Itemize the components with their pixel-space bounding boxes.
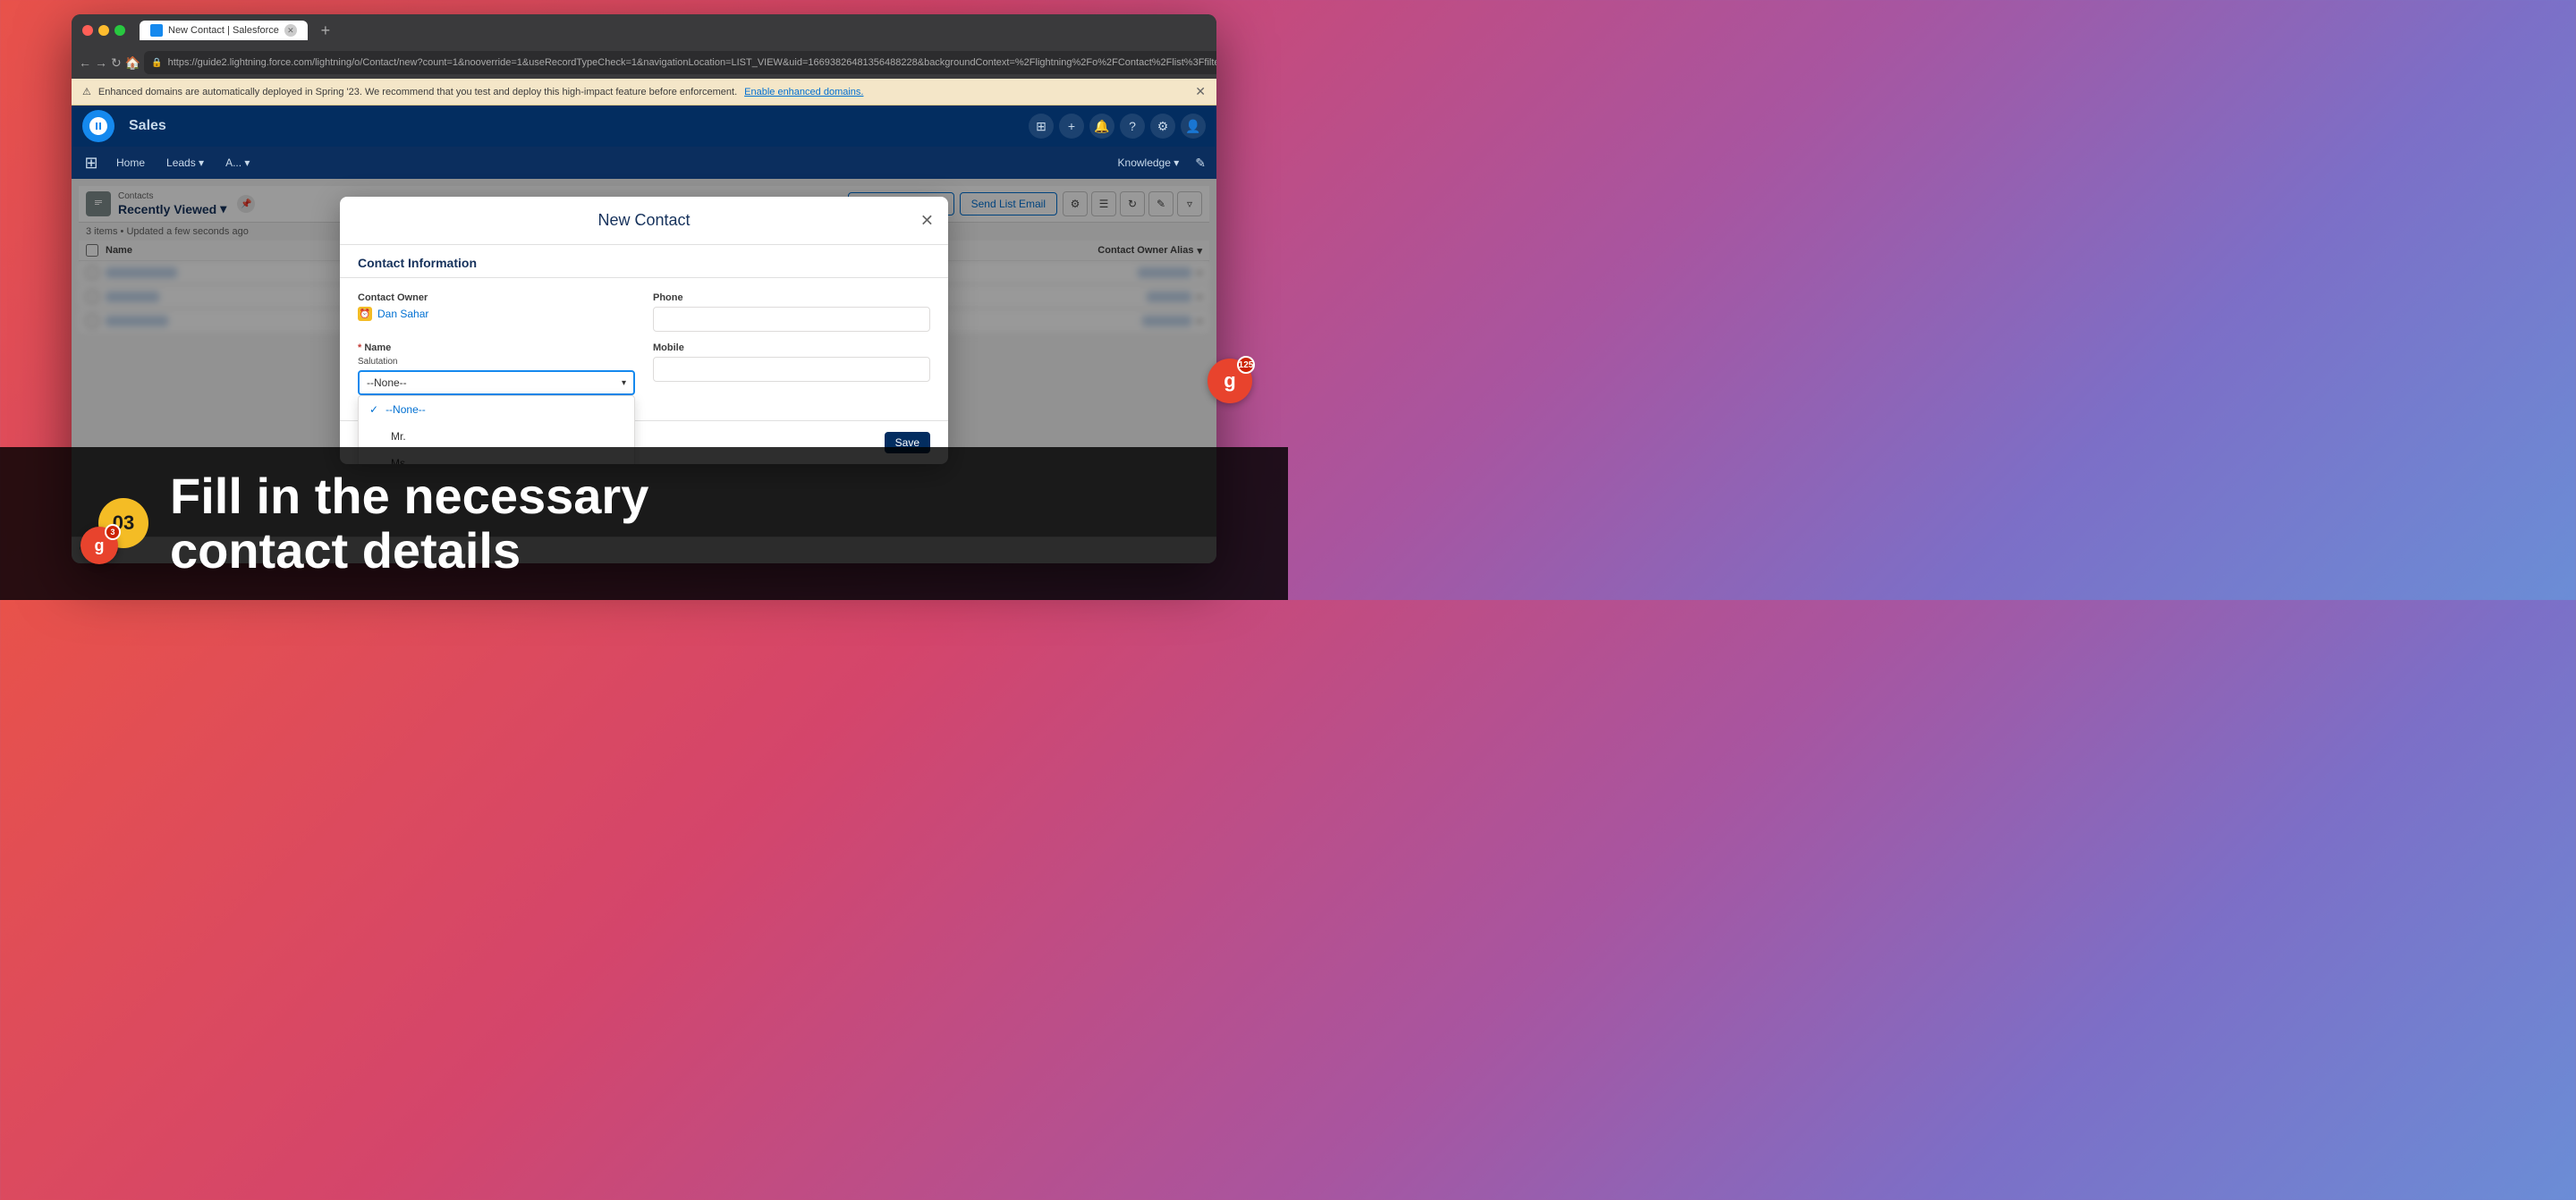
nav-knowledge[interactable]: Knowledge ▾: [1109, 151, 1189, 174]
salutation-dropdown-arrow: ▾: [622, 378, 626, 388]
step-text: Fill in the necessary contact details: [170, 469, 648, 579]
add-icon[interactable]: +: [1059, 114, 1084, 139]
close-traffic-light[interactable]: [82, 25, 93, 36]
grammarly-small-letter: g: [95, 537, 105, 555]
help-icon[interactable]: ?: [1120, 114, 1145, 139]
modal-close-button[interactable]: ✕: [920, 211, 934, 230]
nav-edit-icon[interactable]: ✎: [1191, 152, 1209, 174]
sf-header-nav: Sales: [129, 118, 166, 134]
active-tab[interactable]: New Contact | Salesforce ✕: [140, 21, 308, 40]
new-tab-button[interactable]: +: [315, 20, 336, 41]
grammarly-side-button[interactable]: g 125: [1208, 359, 1252, 403]
user-avatar[interactable]: 👤: [1181, 114, 1206, 139]
mobile-label: Mobile: [653, 342, 930, 353]
tab-close-button[interactable]: ✕: [284, 24, 297, 37]
salutation-option-mr[interactable]: Mr.: [359, 423, 634, 450]
name-label: Name: [358, 342, 635, 353]
contact-owner-value: Dan Sahar: [377, 308, 428, 320]
enhancement-banner: ⚠ Enhanced domains are automatically dep…: [72, 79, 1216, 106]
new-contact-modal: New Contact ✕ Contact Information Contac…: [340, 197, 948, 464]
banner-link[interactable]: Enable enhanced domains.: [744, 87, 863, 97]
forward-button[interactable]: →: [95, 50, 107, 75]
nav-home[interactable]: Home: [107, 151, 154, 174]
back-button[interactable]: ←: [79, 50, 91, 75]
salutation-option-none[interactable]: ✓ --None--: [359, 396, 634, 423]
option-label: --None--: [386, 403, 426, 416]
tab-title: New Contact | Salesforce: [168, 25, 279, 36]
browser-toolbar: ← → ↻ 🏠 🔒 https://guide2.lightning.force…: [72, 46, 1216, 79]
phone-input[interactable]: [653, 307, 930, 332]
browser-titlebar: New Contact | Salesforce ✕ +: [72, 14, 1216, 46]
banner-close-button[interactable]: ✕: [1195, 84, 1206, 99]
grammarly-letter: g: [1224, 369, 1235, 393]
url-bar[interactable]: 🔒 https://guide2.lightning.force.com/lig…: [144, 51, 1216, 74]
step-text-line1: Fill in the necessary: [170, 468, 648, 524]
modal-title: New Contact: [597, 211, 690, 230]
mobile-group: Mobile: [653, 342, 930, 395]
app-name: Sales: [129, 118, 166, 134]
notification-bell-icon[interactable]: 🔔: [1089, 114, 1114, 139]
grammarly-small-badge: 3: [105, 524, 121, 540]
settings-icon[interactable]: ⚙: [1150, 114, 1175, 139]
minimize-traffic-light[interactable]: [98, 25, 109, 36]
checkmark-icon: ✓: [369, 403, 378, 416]
salesforce-logo: [82, 110, 114, 142]
contact-owner-group: Contact Owner ⏰ Dan Sahar: [358, 292, 635, 332]
phone-label: Phone: [653, 292, 930, 303]
banner-warning-icon: ⚠: [82, 86, 91, 97]
sf-header-actions: ⊞ + 🔔 ? ⚙ 👤: [1029, 114, 1206, 139]
option-label: Mr.: [391, 430, 406, 443]
url-text: https://guide2.lightning.force.com/light…: [168, 57, 1216, 68]
salutation-value: --None--: [367, 376, 407, 389]
step-text-line2: contact details: [170, 522, 521, 579]
salutation-container: --None-- ▾ ✓ --None--: [358, 370, 635, 395]
mobile-input[interactable]: [653, 357, 930, 382]
form-row-1: Contact Owner ⏰ Dan Sahar Phone: [358, 292, 930, 332]
nav-other[interactable]: A... ▾: [216, 151, 258, 174]
apps-icon[interactable]: ⊞: [79, 150, 104, 175]
modal-section-title: Contact Information: [340, 245, 948, 278]
grid-icon[interactable]: ⊞: [1029, 114, 1054, 139]
contact-owner-display[interactable]: ⏰ Dan Sahar: [358, 307, 635, 321]
form-row-2: Name Salutation --None-- ▾: [358, 342, 930, 395]
tab-favicon: [150, 24, 163, 37]
sf-navigation: ⊞ Home Leads ▾ A... ▾ Knowledge ▾ ✎: [72, 147, 1216, 179]
step-overlay: 03 Fill in the necessary contact details: [0, 447, 1288, 600]
sf-header: Sales ⊞ + 🔔 ? ⚙ 👤: [72, 106, 1216, 147]
owner-avatar-icon: ⏰: [358, 307, 372, 321]
salutation-select[interactable]: --None-- ▾: [358, 370, 635, 395]
salutation-sublabel: Salutation: [358, 357, 635, 367]
maximize-traffic-light[interactable]: [114, 25, 125, 36]
contact-owner-label: Contact Owner: [358, 292, 635, 303]
modal-body: Contact Owner ⏰ Dan Sahar Phone: [340, 278, 948, 420]
secure-icon: 🔒: [151, 58, 162, 68]
nav-leads[interactable]: Leads ▾: [157, 151, 213, 174]
grammarly-badge: 125: [1237, 356, 1255, 374]
grammarly-small-button[interactable]: g 3: [80, 527, 118, 564]
banner-text: Enhanced domains are automatically deplo…: [98, 87, 737, 97]
traffic-lights: [82, 25, 125, 36]
modal-header: New Contact ✕: [340, 197, 948, 245]
home-button[interactable]: 🏠: [125, 50, 140, 75]
name-group: Name Salutation --None-- ▾: [358, 342, 635, 395]
phone-group: Phone: [653, 292, 930, 332]
refresh-button[interactable]: ↻: [111, 50, 122, 75]
